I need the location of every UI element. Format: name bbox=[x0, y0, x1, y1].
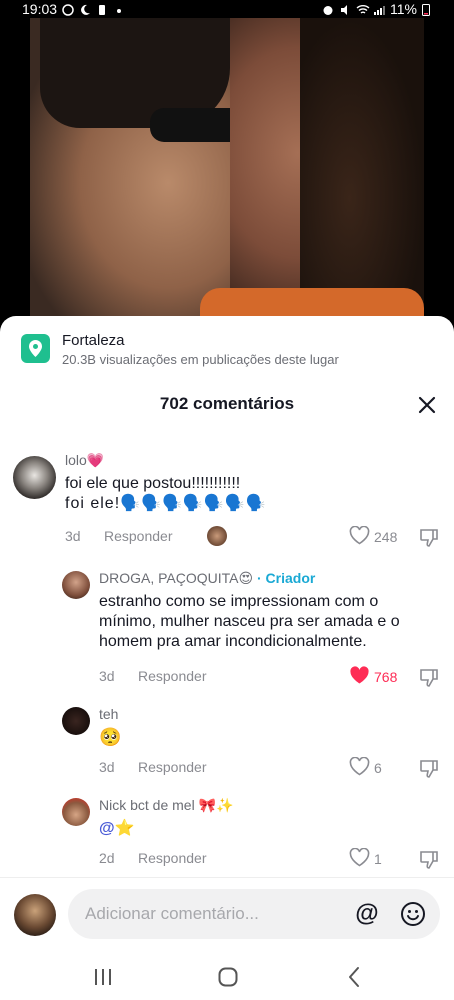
mention-at-icon[interactable]: @ bbox=[354, 901, 380, 927]
mute-icon bbox=[339, 3, 351, 15]
heart-emoji: 💗 bbox=[86, 452, 105, 468]
creator-liked-avatar bbox=[207, 526, 227, 546]
comment-text: foi ele!🗣️🗣️🗣️🗣️🗣️🗣️🗣️ bbox=[65, 495, 267, 512]
reply-button[interactable]: Responder bbox=[138, 759, 207, 775]
comment-text: estranho como se impressionam com o míni… bbox=[99, 593, 400, 650]
location-title: Fortaleza bbox=[62, 332, 125, 349]
reply-button[interactable]: Responder bbox=[104, 528, 173, 544]
reply-button[interactable]: Responder bbox=[138, 850, 207, 866]
creator-badge: · Criador bbox=[257, 570, 316, 586]
comment-age: 3d bbox=[99, 668, 115, 684]
like-count: 248 bbox=[374, 529, 398, 545]
ribbon-sparkle-emoji: 🎀✨ bbox=[198, 797, 234, 813]
recent-apps-icon[interactable] bbox=[91, 965, 115, 989]
avatar[interactable] bbox=[62, 798, 90, 826]
comment-item: lolo💗 foi ele que postou!!!!!!!!!!! foi … bbox=[0, 448, 454, 558]
comment-username[interactable]: lolo bbox=[65, 452, 87, 468]
video-preview[interactable] bbox=[30, 18, 424, 318]
heart-outline-icon[interactable] bbox=[349, 525, 370, 548]
system-nav-bar bbox=[0, 951, 454, 1000]
comment-input[interactable] bbox=[85, 901, 335, 927]
my-avatar[interactable] bbox=[14, 894, 56, 936]
avatar[interactable] bbox=[62, 707, 90, 735]
dislike-icon[interactable] bbox=[418, 849, 440, 871]
comment-username[interactable]: Nick bct de mel bbox=[99, 797, 195, 813]
avatar[interactable] bbox=[13, 456, 56, 499]
like-count: 6 bbox=[374, 760, 382, 776]
location-banner[interactable]: Fortaleza 20.3B visualizações em publica… bbox=[21, 330, 434, 370]
whatsapp-icon bbox=[62, 3, 74, 16]
emoji-smile-icon[interactable] bbox=[400, 901, 426, 927]
comment-text: 🥺 bbox=[99, 727, 122, 747]
dislike-icon[interactable] bbox=[418, 667, 440, 689]
like-count: 1 bbox=[374, 851, 382, 867]
status-bar: 19:03 11% bbox=[0, 0, 454, 18]
wifi-icon bbox=[356, 3, 370, 15]
close-icon[interactable] bbox=[416, 394, 438, 416]
battery-percent: 11% bbox=[390, 1, 417, 17]
comment-username[interactable]: teh bbox=[99, 706, 118, 722]
comment-input-bar: @ bbox=[0, 877, 454, 951]
like-count: 768 bbox=[374, 669, 398, 685]
comment-text: foi ele que postou!!!!!!!!!!! bbox=[65, 475, 241, 492]
heart-filled-icon[interactable] bbox=[349, 666, 370, 688]
comment-age: 2d bbox=[99, 850, 115, 866]
comment-item: teh 🥺 3d Responder 6 bbox=[0, 702, 454, 782]
comment-username[interactable]: DROGA, PAÇOQUITA bbox=[99, 570, 239, 586]
dislike-icon[interactable] bbox=[418, 527, 440, 549]
status-time: 19:03 bbox=[22, 1, 58, 17]
notification-icon bbox=[96, 3, 108, 15]
moon-icon bbox=[79, 3, 91, 15]
comment-age: 3d bbox=[99, 759, 115, 775]
comment-item: DROGA, PAÇOQUITA😍 · Criador estranho com… bbox=[0, 566, 454, 689]
battery-icon bbox=[422, 3, 434, 16]
location-pin-icon bbox=[21, 334, 50, 363]
signal-icon bbox=[373, 3, 386, 15]
heart-outline-icon[interactable] bbox=[349, 847, 370, 870]
comment-item: Nick bct de mel 🎀✨ @⭐ 2d Responder 1 bbox=[0, 793, 454, 873]
comments-count-title: 702 comentários bbox=[159, 394, 295, 413]
avatar[interactable] bbox=[62, 571, 90, 599]
location-subtitle: 20.3B visualizações em publicações deste… bbox=[62, 352, 339, 367]
comment-mention[interactable]: @⭐ bbox=[99, 819, 135, 839]
reply-button[interactable]: Responder bbox=[138, 668, 207, 684]
comment-input-container[interactable]: @ bbox=[68, 889, 440, 939]
alarm-icon bbox=[322, 3, 334, 15]
heart-outline-icon[interactable] bbox=[349, 756, 370, 779]
dot-icon bbox=[113, 3, 125, 15]
dislike-icon[interactable] bbox=[418, 758, 440, 780]
back-icon[interactable] bbox=[343, 965, 367, 989]
home-icon[interactable] bbox=[216, 965, 240, 989]
comment-age: 3d bbox=[65, 528, 81, 544]
heart-eyes-emoji: 😍 bbox=[238, 570, 254, 586]
